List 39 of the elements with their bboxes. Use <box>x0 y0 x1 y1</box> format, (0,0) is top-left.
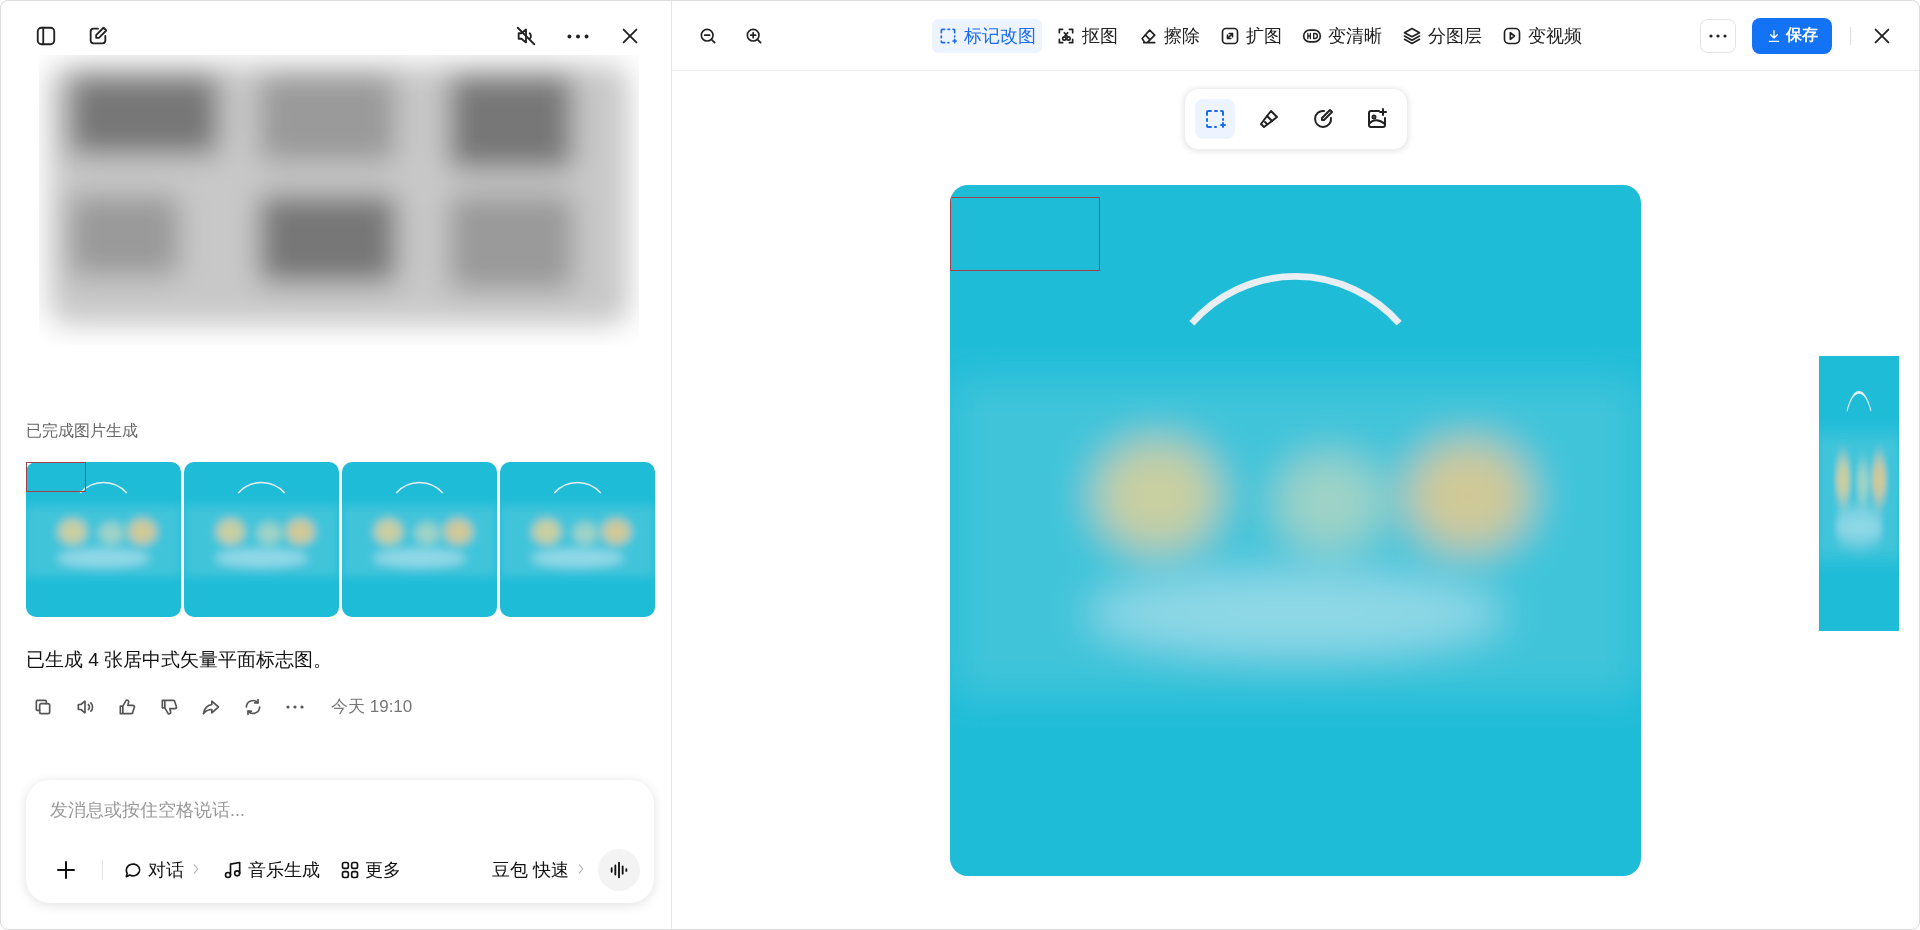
grid-icon <box>340 860 360 880</box>
timestamp: 今天 19:10 <box>331 696 413 718</box>
refresh-button[interactable] <box>243 696 263 717</box>
more-icon <box>567 33 589 39</box>
music-button[interactable]: 音乐生成 <box>223 858 320 882</box>
refresh-icon <box>243 696 263 717</box>
tool-tab[interactable]: 变清晰 <box>1296 18 1388 53</box>
play-icon <box>1502 25 1522 46</box>
tool-tab[interactable]: 抠图 <box>1050 18 1124 53</box>
more-icon <box>285 704 305 709</box>
download-icon <box>1766 27 1782 44</box>
selection-frame <box>26 462 86 492</box>
more-button[interactable]: 更多 <box>340 858 401 882</box>
plus-icon <box>54 858 78 882</box>
model-button[interactable]: 豆包 快速 <box>492 858 588 882</box>
tool-tab[interactable]: 扩图 <box>1214 18 1288 53</box>
thumbs-up-button[interactable] <box>117 696 137 717</box>
sidebar-icon <box>35 25 57 47</box>
thumbs-up-icon <box>117 696 137 717</box>
message-text: 已生成 4 张居中式矢量平面标志图。 <box>26 648 334 672</box>
voice-wave-icon <box>608 859 630 881</box>
save-button[interactable]: 保存 <box>1752 17 1832 54</box>
chat-mode-button[interactable]: 对话 <box>123 858 203 882</box>
tool-tab[interactable]: 标记改图 <box>932 18 1042 53</box>
tool-tab[interactable]: 变视频 <box>1496 18 1588 53</box>
message-input[interactable]: 发消息或按住空格说话... <box>50 800 470 821</box>
voice-button[interactable] <box>598 849 640 891</box>
muted-speaker-icon <box>515 25 537 47</box>
dashed-square-plus-tool-button[interactable] <box>1194 99 1235 139</box>
expand-icon <box>1220 25 1240 46</box>
status-text: 已完成图片生成 <box>26 421 139 441</box>
layers-icon <box>1402 25 1422 46</box>
more-button[interactable] <box>285 704 305 709</box>
new-chat-icon <box>87 25 109 47</box>
tool-tab[interactable]: 分图层 <box>1396 18 1488 53</box>
music-note-icon <box>223 860 243 880</box>
speech-bubble-icon <box>123 860 143 880</box>
more-icon <box>1708 33 1728 38</box>
tool-tab[interactable]: 擦除 <box>1132 18 1206 53</box>
